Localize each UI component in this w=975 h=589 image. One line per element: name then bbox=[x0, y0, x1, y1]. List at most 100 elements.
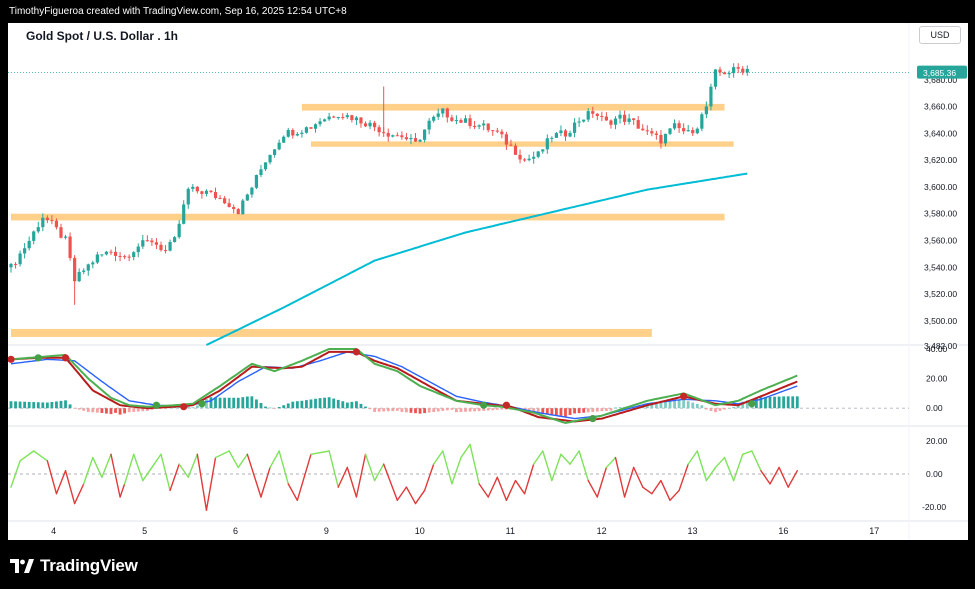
oscillator-segment bbox=[651, 479, 662, 495]
momentum-cross-marker bbox=[502, 401, 511, 409]
oscillator-segment bbox=[19, 450, 35, 462]
candle-body bbox=[550, 137, 554, 139]
oscillator-segment bbox=[423, 463, 435, 492]
momentum-histogram-bar bbox=[336, 399, 340, 409]
candle-body bbox=[318, 121, 322, 125]
momentum-cross-marker bbox=[480, 401, 488, 409]
oscillator-tick-label: -20.00 bbox=[922, 502, 946, 512]
candle-body bbox=[518, 154, 522, 160]
candle-body bbox=[491, 130, 495, 132]
momentum-histogram-bar bbox=[45, 402, 49, 409]
candle-body bbox=[163, 250, 168, 252]
oscillator-segment bbox=[178, 463, 189, 478]
momentum-cross-marker bbox=[61, 354, 70, 362]
momentum-histogram-bar bbox=[618, 407, 622, 409]
momentum-histogram-bar bbox=[191, 407, 195, 409]
candle-body bbox=[745, 68, 749, 73]
oscillator-segment bbox=[451, 456, 462, 485]
oscillator-tick-label: 20.00 bbox=[926, 436, 948, 446]
candle-body bbox=[250, 187, 254, 195]
momentum-histogram-bar bbox=[209, 397, 213, 409]
candle-body bbox=[213, 191, 218, 199]
candle-body bbox=[713, 69, 718, 87]
candle-body bbox=[450, 117, 454, 121]
tradingview-logo[interactable]: TradingView bbox=[10, 556, 138, 576]
candle-body bbox=[659, 134, 663, 144]
candle-body bbox=[618, 114, 622, 119]
momentum-histogram-bar bbox=[768, 396, 772, 409]
oscillator-segment bbox=[228, 450, 239, 469]
oscillator-segment bbox=[373, 463, 385, 482]
candle-body bbox=[359, 117, 363, 124]
momentum-histogram-bar bbox=[300, 400, 304, 409]
momentum-histogram-bar bbox=[464, 408, 467, 412]
momentum-histogram-bar bbox=[295, 401, 299, 409]
momentum-histogram-bar bbox=[600, 408, 604, 412]
oscillator-segment bbox=[160, 453, 171, 492]
momentum-histogram-bar bbox=[382, 408, 386, 412]
candle-body bbox=[545, 138, 549, 150]
candle-body bbox=[341, 117, 345, 119]
momentum-histogram-bar bbox=[32, 402, 36, 409]
candle-body bbox=[332, 116, 336, 118]
oscillator-segment bbox=[696, 450, 708, 482]
oscillator-segment bbox=[46, 460, 58, 495]
momentum-histogram-bar bbox=[9, 401, 13, 409]
momentum-histogram-bar bbox=[714, 408, 717, 413]
momentum-histogram-bar bbox=[450, 408, 454, 410]
candle-body bbox=[504, 134, 509, 145]
chart-area[interactable]: Gold Spot / U.S. Dollar . 1h USD 3,500.0… bbox=[8, 23, 968, 540]
support-resistance-zone bbox=[310, 141, 734, 147]
momentum-histogram-bar bbox=[132, 408, 136, 412]
candle-body bbox=[472, 126, 477, 128]
candle-body bbox=[263, 162, 268, 170]
oscillator-segment bbox=[487, 476, 499, 498]
candle-body bbox=[173, 237, 177, 243]
candle-body bbox=[32, 231, 36, 241]
candle-body bbox=[200, 191, 204, 194]
candle-body bbox=[432, 116, 436, 121]
momentum-histogram-bar bbox=[355, 401, 358, 409]
momentum-histogram-bar bbox=[704, 408, 708, 410]
momentum-cross-marker bbox=[680, 392, 688, 400]
momentum-tick-label: 40.00 bbox=[926, 344, 948, 354]
momentum-histogram-bar bbox=[418, 408, 422, 414]
candle-body bbox=[273, 149, 277, 155]
momentum-histogram-bar bbox=[577, 408, 581, 414]
candle-body bbox=[86, 264, 90, 271]
momentum-histogram-bar bbox=[791, 396, 795, 409]
momentum-histogram-bar bbox=[604, 408, 608, 411]
momentum-histogram-bar bbox=[727, 408, 731, 409]
oscillator-segment bbox=[778, 466, 789, 488]
candle-body bbox=[259, 169, 263, 176]
candle-body bbox=[413, 137, 418, 142]
oscillator-segment bbox=[723, 456, 735, 482]
momentum-cross-marker bbox=[34, 354, 42, 362]
candle-body bbox=[204, 190, 209, 194]
candle-body bbox=[582, 119, 586, 122]
momentum-histogram-bar bbox=[773, 396, 776, 409]
candle-body bbox=[595, 113, 599, 117]
momentum-histogram-bar bbox=[459, 408, 463, 412]
momentum-histogram-bar bbox=[105, 408, 108, 414]
candle-body bbox=[395, 135, 399, 137]
momentum-histogram-bar bbox=[332, 398, 336, 409]
tradingview-logo-icon bbox=[10, 559, 34, 573]
candle-body bbox=[691, 130, 695, 134]
oscillator-segment bbox=[496, 476, 508, 501]
candle-body bbox=[323, 119, 327, 122]
candle-body bbox=[622, 114, 627, 122]
candle-body bbox=[436, 113, 440, 117]
time-tick-label: 6 bbox=[233, 526, 238, 536]
momentum-histogram-bar bbox=[250, 396, 254, 409]
candle-body bbox=[277, 142, 281, 150]
support-resistance-zone bbox=[11, 213, 725, 221]
oscillator-segment bbox=[151, 453, 162, 469]
candle-body bbox=[327, 116, 331, 120]
momentum-histogram-bar bbox=[123, 408, 127, 414]
candle-body bbox=[377, 127, 381, 133]
momentum-histogram-bar bbox=[73, 408, 77, 409]
candle-body bbox=[236, 209, 240, 215]
chart-svg[interactable]: 3,500.00 3,520.00 3,540.00 3,560.00 3,580.00… bbox=[8, 23, 968, 540]
candle-body bbox=[363, 123, 368, 127]
